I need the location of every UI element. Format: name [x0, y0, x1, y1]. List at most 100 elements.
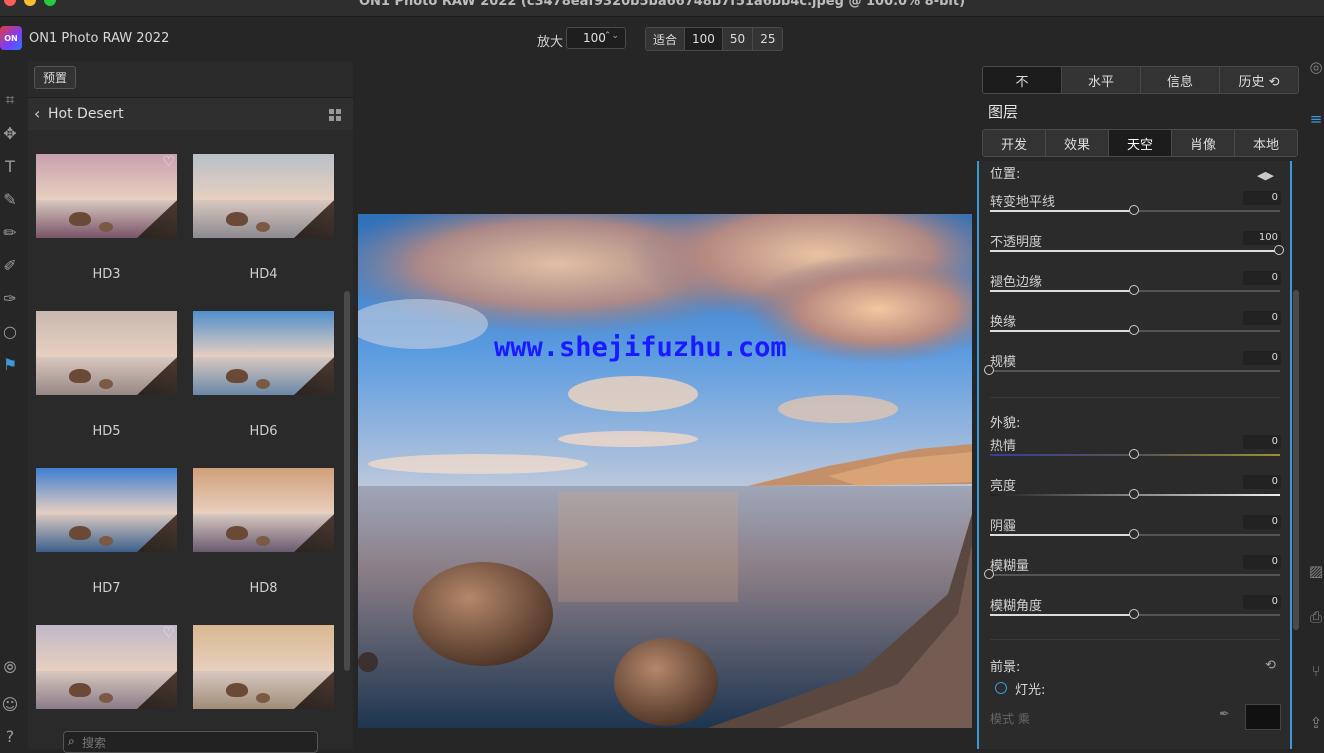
- slider-knob[interactable]: [1129, 285, 1139, 295]
- module-tab-1[interactable]: 效果: [1046, 130, 1109, 156]
- preset-thumbnail[interactable]: ♡: [36, 625, 177, 709]
- grid-view-icon[interactable]: [329, 109, 341, 121]
- zoom-preset-1[interactable]: 100: [685, 28, 723, 50]
- module-tab-3[interactable]: 肖像: [1172, 130, 1235, 156]
- slider-label: 模糊量: [990, 559, 1030, 574]
- slider-knob[interactable]: [1129, 205, 1139, 215]
- slider-value-field[interactable]: 0: [1243, 515, 1281, 529]
- photo-canvas[interactable]: [358, 214, 972, 728]
- slider-knob[interactable]: [1129, 609, 1139, 619]
- print-icon[interactable]: ⎙: [1308, 608, 1324, 626]
- portrait-icon[interactable]: ○: [0, 319, 20, 343]
- help-icon[interactable]: ?: [0, 724, 20, 748]
- zoom-preset-2[interactable]: 50: [722, 28, 754, 50]
- chevron-updown-icon: ⌃⌄: [603, 31, 619, 41]
- slider-knob[interactable]: [1129, 325, 1139, 335]
- preset-preview: [193, 468, 334, 552]
- zoom-select[interactable]: 100 ⌃⌄: [566, 27, 626, 49]
- panel-tabs: 不水平 信息 历史 ⟲: [982, 66, 1299, 94]
- panel-scrollbar[interactable]: [1293, 290, 1299, 630]
- slider-track[interactable]: [984, 365, 1280, 375]
- line-mask-icon[interactable]: ✑: [0, 286, 20, 310]
- eyedropper-icon[interactable]: ✒: [1219, 707, 1230, 722]
- thumb-sky: [36, 468, 177, 515]
- zoom-preset-0[interactable]: 适合: [646, 28, 686, 50]
- preset-label: HD6: [249, 424, 278, 439]
- sliders-icon[interactable]: ≡: [1308, 110, 1324, 128]
- slider-track[interactable]: [990, 325, 1280, 335]
- panel-tab-2[interactable]: 信息: [1141, 67, 1220, 93]
- preset-thumbnail[interactable]: [193, 154, 334, 238]
- module-tab-4[interactable]: 本地: [1235, 130, 1297, 156]
- slider-track[interactable]: [990, 205, 1280, 215]
- color-swatch[interactable]: [1245, 704, 1281, 730]
- preset-thumbnail[interactable]: [193, 311, 334, 395]
- slider-track[interactable]: [990, 285, 1280, 295]
- mask-brush-icon[interactable]: ✐: [0, 253, 20, 277]
- light-radio[interactable]: [995, 682, 1007, 694]
- compare-arrows-icon[interactable]: ◀▶: [1257, 169, 1274, 182]
- back-chevron-icon[interactable]: ‹: [34, 104, 40, 123]
- module-tab-2[interactable]: 天空: [1109, 130, 1172, 156]
- local-adjust-icon[interactable]: ⚑: [0, 352, 20, 376]
- slider-track[interactable]: [990, 489, 1280, 499]
- export-icon[interactable]: ⇪: [1308, 714, 1324, 732]
- panel-tab-1[interactable]: 水平: [1062, 67, 1141, 93]
- panel-tab-0[interactable]: 不: [983, 67, 1062, 93]
- reset-icon[interactable]: ⟲: [1265, 658, 1276, 673]
- preset-search-input[interactable]: ⌕ 搜索: [63, 731, 318, 753]
- thumb-rock: [226, 369, 248, 383]
- preset-label: HD8: [249, 581, 278, 596]
- slider-knob[interactable]: [1129, 489, 1139, 499]
- slider-value-field[interactable]: 0: [1243, 435, 1281, 449]
- slider-value-field[interactable]: 0: [1243, 351, 1281, 365]
- brush-icon[interactable]: ✎: [0, 187, 20, 211]
- transform-icon[interactable]: ✥: [0, 121, 20, 145]
- slider-value-field[interactable]: 0: [1243, 311, 1281, 325]
- slider-knob[interactable]: [1274, 245, 1284, 255]
- preset-thumbnail[interactable]: [36, 468, 177, 552]
- retouch-icon[interactable]: ✏: [0, 220, 20, 244]
- preset-thumbnail[interactable]: [193, 468, 334, 552]
- share-icon[interactable]: ⑂: [1308, 662, 1324, 680]
- slider-track[interactable]: [984, 569, 1280, 579]
- slider-value-field[interactable]: 0: [1243, 271, 1281, 285]
- preset-label: HD5: [92, 424, 121, 439]
- on1-account-icon[interactable]: ⦾: [0, 656, 20, 680]
- slider-track[interactable]: [990, 449, 1280, 459]
- slider-value-field[interactable]: 100: [1243, 231, 1281, 245]
- camera-icon[interactable]: ◎: [1308, 58, 1324, 76]
- slider-knob[interactable]: [984, 569, 994, 579]
- slider-knob[interactable]: [984, 365, 994, 375]
- slider-value-field[interactable]: 0: [1243, 475, 1281, 489]
- slider-track[interactable]: [990, 245, 1284, 255]
- favorite-heart-icon[interactable]: ♡: [162, 154, 175, 170]
- people-icon[interactable]: ☺: [0, 692, 20, 716]
- browser-scrollbar[interactable]: [344, 291, 350, 671]
- favorite-heart-icon[interactable]: ♡: [162, 625, 175, 641]
- slider-track[interactable]: [990, 529, 1280, 539]
- text-icon[interactable]: T: [0, 154, 20, 178]
- thumb-rock: [226, 526, 248, 540]
- preset-thumbnail[interactable]: [193, 625, 334, 709]
- module-tab-0[interactable]: 开发: [983, 130, 1046, 156]
- zoom-value: 100: [583, 31, 606, 45]
- slider-value-field[interactable]: 0: [1243, 191, 1281, 205]
- module-tabs: 开发 效果 天空 肖像 本地: [982, 129, 1298, 157]
- preset-label: HD7: [92, 581, 121, 596]
- slider-track[interactable]: [990, 609, 1280, 619]
- zoom-preset-3[interactable]: 25: [753, 28, 783, 50]
- slider-knob[interactable]: [1129, 529, 1139, 539]
- thumb-sky: [193, 468, 334, 515]
- crop-icon[interactable]: ⌗: [0, 88, 20, 112]
- slider-value-field[interactable]: 0: [1243, 555, 1281, 569]
- panel-tab-3[interactable]: 历史 ⟲: [1220, 67, 1298, 93]
- thumb-rock: [99, 379, 113, 389]
- slider-knob[interactable]: [1129, 449, 1139, 459]
- slider-value-field[interactable]: 0: [1243, 595, 1281, 609]
- slider-label: 换缘: [990, 315, 1017, 330]
- image-icon[interactable]: ▨: [1308, 562, 1324, 580]
- preset-thumbnail[interactable]: ♡: [36, 154, 177, 238]
- presets-button[interactable]: 预置: [34, 66, 77, 89]
- preset-thumbnail[interactable]: [36, 311, 177, 395]
